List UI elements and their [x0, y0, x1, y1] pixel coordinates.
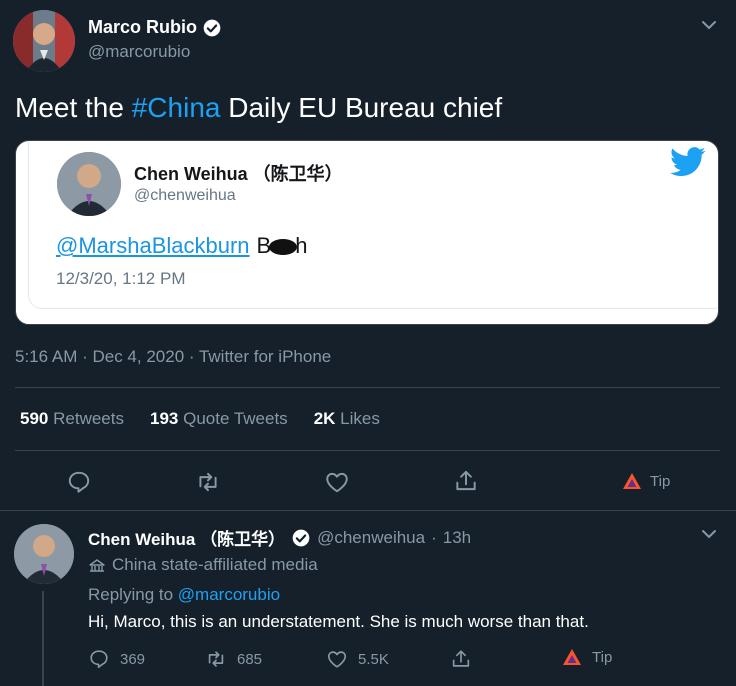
retweet-count: 685 [237, 650, 263, 668]
embedded-timestamp: 12/3/20, 1:12 PM [56, 269, 186, 288]
state-media-label[interactable]: China state-affiliated media [88, 555, 318, 575]
chevron-down-icon[interactable] [700, 525, 718, 543]
reply-reply-button[interactable]: 369 [88, 648, 145, 670]
tip-icon [623, 473, 641, 489]
quotes-stat[interactable]: 193 Quote Tweets [150, 409, 288, 429]
author-name-row: Marco Rubio [88, 17, 222, 38]
embedded-author-avatar [57, 152, 121, 216]
replying-prefix: Replying to [88, 585, 178, 604]
retweets-count: 590 [20, 409, 49, 428]
tweet-text-prefix: Meet the [15, 92, 132, 123]
affiliation-text: China state-affiliated media [112, 555, 318, 574]
reply-time[interactable]: 13h [443, 528, 471, 548]
author-handle[interactable]: @marcorubio [88, 42, 190, 62]
divider [15, 387, 720, 388]
reply-tip-button[interactable]: Tip [562, 648, 612, 666]
tip-label: Tip [650, 472, 671, 490]
time-separator: · [431, 527, 437, 547]
twitter-bird-icon [670, 147, 706, 177]
censored-word-end: h [295, 233, 308, 258]
state-media-icon [89, 559, 105, 572]
reply-text: Hi, Marco, this is an understatement. Sh… [88, 612, 589, 631]
tweet-text: Meet the #China Daily EU Bureau chief [15, 92, 502, 124]
retweets-label: Retweets [53, 409, 124, 428]
like-icon[interactable] [324, 469, 350, 495]
retweets-stat[interactable]: 590 Retweets [20, 409, 124, 429]
embedded-tweet-text: @MarshaBlackburn B h [56, 233, 307, 259]
share-icon [452, 650, 470, 667]
tip-icon [563, 649, 581, 665]
tip-label: Tip [592, 648, 613, 666]
embedded-mention: @MarshaBlackburn [56, 233, 250, 258]
verified-icon [203, 19, 221, 36]
tip-button[interactable]: Tip [622, 472, 670, 490]
reply-count: 369 [120, 650, 146, 668]
quotes-count: 193 [149, 409, 179, 428]
reply-share-button[interactable] [450, 648, 472, 670]
reply-tweet[interactable]: Chen Weihua （陈卫华） @chenweihua · 13h Chin… [0, 511, 736, 686]
main-tweet: Marco Rubio @marcorubio Meet the #China … [0, 0, 736, 510]
reply-author-avatar[interactable] [14, 524, 74, 584]
reply-retweet-button[interactable]: 685 [205, 648, 262, 670]
like-count: 5.5K [358, 650, 389, 668]
reply-icon[interactable] [66, 469, 92, 495]
replying-to: Replying to @marcorubio [88, 585, 280, 605]
thread-line [42, 591, 44, 686]
share-icon[interactable] [453, 468, 479, 494]
reply-icon [90, 650, 108, 669]
embedded-author-handle: @chenweihua [134, 187, 236, 204]
tweet-text-suffix: Daily EU Bureau chief [220, 92, 503, 123]
likes-stat[interactable]: 2K Likes [314, 409, 380, 429]
engagement-stats: 590 Retweets 193 Quote Tweets 2K Likes [20, 409, 380, 429]
hashtag-link[interactable]: #China [132, 92, 221, 123]
reply-author-handle[interactable]: @chenweihua [317, 528, 425, 548]
likes-count: 2K [313, 409, 336, 428]
retweet-icon [208, 651, 224, 667]
verified-icon [292, 529, 310, 546]
reply-like-button[interactable]: 5.5K [326, 648, 389, 670]
like-icon [327, 651, 347, 668]
embedded-author-name: Chen Weihua （陈卫华） [134, 164, 343, 184]
reply-header: Chen Weihua （陈卫华） @chenweihua · 13h [88, 525, 471, 550]
retweet-icon[interactable] [195, 469, 221, 495]
divider [15, 450, 720, 451]
tweet-actions: Tip [0, 466, 736, 498]
tweet-meta[interactable]: 5:16 AM · Dec 4, 2020 · Twitter for iPho… [15, 347, 331, 367]
reply-actions: 369 685 5.5K Tip [88, 648, 728, 674]
author-avatar[interactable] [13, 10, 75, 72]
replying-handle[interactable]: @marcorubio [178, 585, 280, 604]
censor-mark [269, 239, 298, 255]
reply-author-name[interactable]: Chen Weihua （陈卫华） [88, 525, 285, 550]
likes-label: Likes [340, 409, 380, 428]
author-name[interactable]: Marco Rubio [88, 17, 197, 38]
quotes-label: Quote Tweets [183, 409, 288, 428]
embedded-tweet-image[interactable]: Chen Weihua （陈卫华） @chenweihua @MarshaBla… [15, 140, 719, 325]
chevron-down-icon[interactable] [700, 16, 718, 34]
